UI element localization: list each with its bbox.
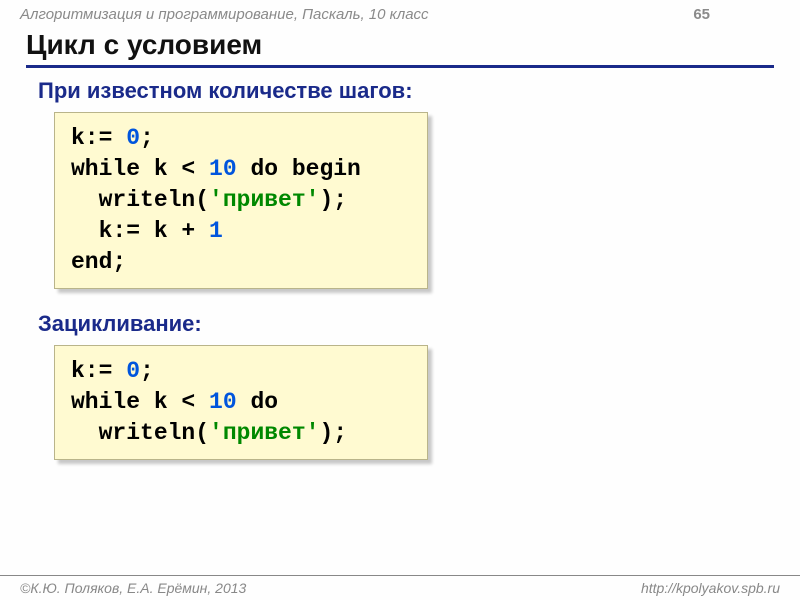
section-heading-1: При известном количестве шагов: bbox=[38, 78, 800, 104]
page-number: 65 bbox=[693, 6, 710, 23]
section-heading-2: Зацикливание: bbox=[38, 311, 800, 337]
breadcrumb: Алгоритмизация и программирование, Паска… bbox=[20, 6, 429, 23]
footer-url: http://kpolyakov.spb.ru bbox=[641, 580, 780, 596]
code-content: k:= 0; while k < 10 do begin writeln('пр… bbox=[71, 123, 411, 278]
code-block-1: k:= 0; while k < 10 do begin writeln('пр… bbox=[54, 112, 428, 289]
code-block-2: k:= 0; while k < 10 do writeln('привет')… bbox=[54, 345, 428, 460]
footer-copyright: ©К.Ю. Поляков, Е.А. Ерёмин, 2013 bbox=[20, 580, 246, 596]
header: Алгоритмизация и программирование, Паска… bbox=[0, 0, 800, 25]
page-title: Цикл с условием bbox=[26, 29, 774, 68]
footer: ©К.Ю. Поляков, Е.А. Ерёмин, 2013 http://… bbox=[0, 575, 800, 600]
code-content: k:= 0; while k < 10 do writeln('привет')… bbox=[71, 356, 411, 449]
